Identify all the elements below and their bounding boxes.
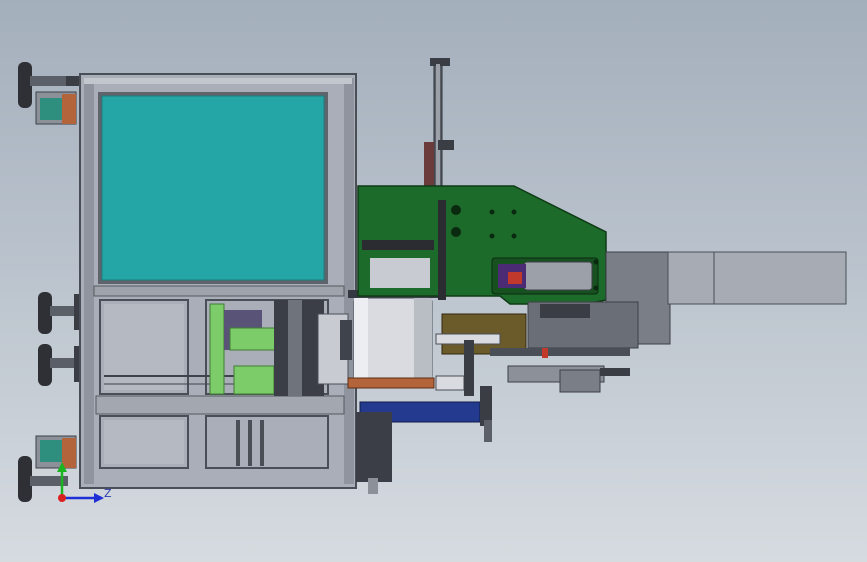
blue-rail — [356, 401, 481, 494]
z-axis-label: Z — [104, 487, 112, 500]
caster-top — [18, 62, 80, 125]
caster-bottom — [18, 435, 77, 502]
window-panel[interactable] — [98, 92, 328, 284]
cad-viewport[interactable]: Z — [0, 0, 867, 562]
caster-mid-1 — [38, 292, 82, 334]
casters — [18, 62, 82, 502]
caster-mid-2 — [38, 344, 82, 386]
roller[interactable] — [340, 290, 438, 389]
green-housing[interactable] — [357, 185, 607, 305]
frame-cabinet[interactable] — [79, 73, 357, 489]
